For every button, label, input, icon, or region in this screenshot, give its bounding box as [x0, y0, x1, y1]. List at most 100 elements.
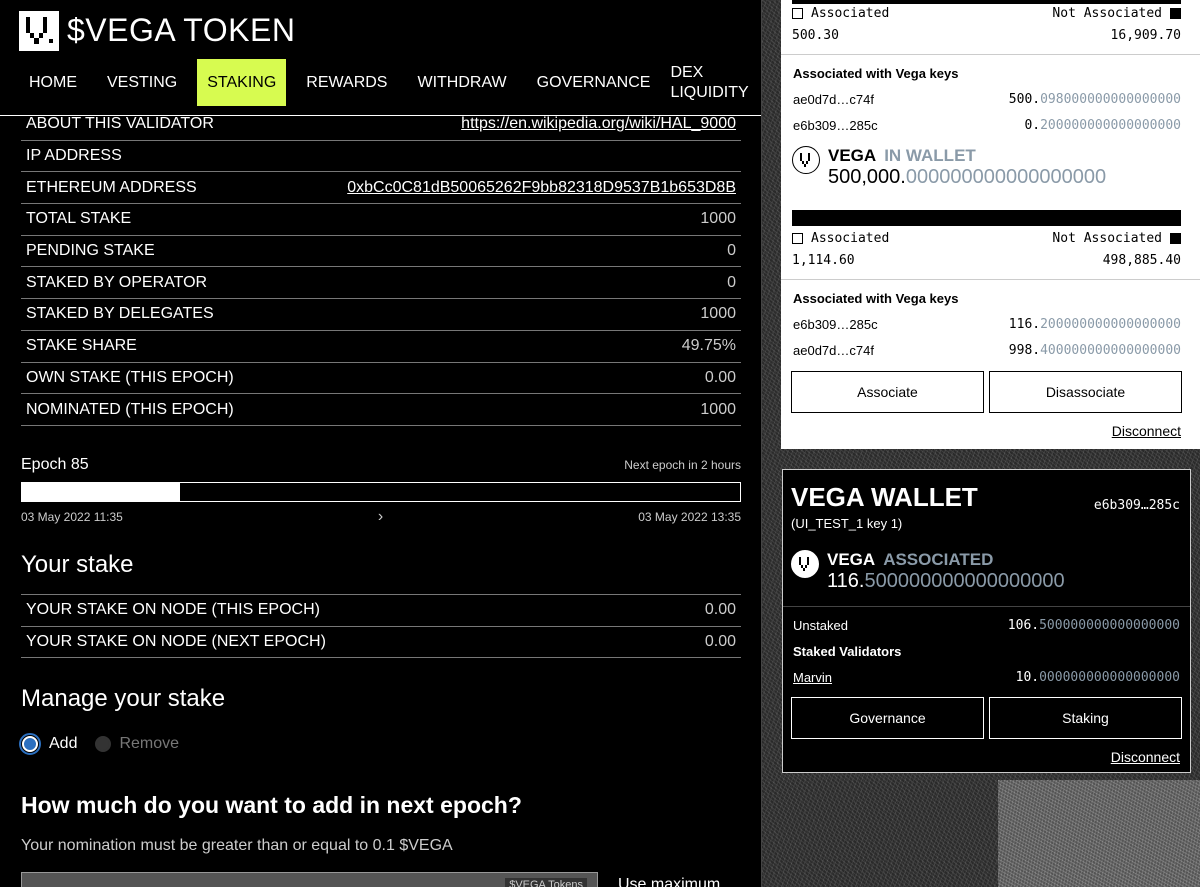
main-content: $VEGA TOKEN HOME VESTING STAKING REWARDS…	[0, 0, 762, 887]
nav-dex-liquidity[interactable]: DEX LIQUIDITY	[670, 59, 750, 106]
nomination-hint: Your nomination must be greater than or …	[21, 837, 453, 854]
row-label: ETHEREUM ADDRESS	[26, 178, 197, 196]
row-label: IP ADDRESS	[26, 147, 122, 165]
staking-button[interactable]: Staking	[989, 697, 1182, 739]
add-radio[interactable]	[19, 733, 41, 755]
remove-radio[interactable]	[95, 736, 112, 752]
validator-info-link[interactable]: https://en.wikipedia.org/wiki/HAL_9000	[461, 115, 736, 132]
row-label: YOUR STAKE ON NODE (NEXT EPOCH)	[26, 633, 326, 651]
table-row: YOUR STAKE ON NODE (NEXT EPOCH) 0.00	[21, 627, 741, 659]
token-tag: ASSOCIATED	[883, 550, 994, 569]
your-stake-table: YOUR STAKE ON NODE (THIS EPOCH) 0.00 YOUR…	[21, 594, 741, 659]
list-item: Marvin 10.000000000000000000	[793, 670, 1180, 685]
row-label: ABOUT THIS VALIDATOR	[26, 115, 214, 133]
not-associated-total: 498,885.40	[1102, 253, 1181, 268]
add-remove-radio-group: Add Remove	[19, 733, 179, 755]
row-value: 0	[727, 273, 736, 291]
disconnect-eth-link[interactable]: Disconnect	[1112, 423, 1181, 439]
table-row: ETHEREUM ADDRESS 0xbCc0C81dB50065262F9bb8…	[21, 172, 741, 205]
nav-vesting[interactable]: VESTING	[97, 59, 187, 106]
vega-token-icon	[791, 550, 819, 578]
amount-dec: 500000000000000000	[864, 570, 1065, 592]
vega-key-name: (UI_TEST_1 key 1)	[791, 516, 903, 531]
associated-total: 1,114.60	[792, 253, 855, 268]
amount-int: 998.	[1008, 343, 1041, 358]
vega-logo-icon[interactable]	[19, 11, 59, 51]
table-row: PENDING STAKE 0	[21, 236, 741, 268]
nav-rewards[interactable]: REWARDS	[296, 59, 397, 106]
nav-governance[interactable]: GOVERNANCE	[527, 59, 661, 106]
token-name: VEGA	[827, 550, 876, 569]
amount-dec: 200000000000000000	[1040, 118, 1181, 133]
epoch-progress-fill	[22, 483, 180, 501]
table-row: NOMINATED (THIS EPOCH) 1000	[21, 394, 741, 426]
association-actions: Associate Disassociate	[791, 371, 1182, 413]
associated-total: 500.30	[792, 28, 839, 43]
amount-dec: 200000000000000000	[1040, 317, 1181, 332]
epoch-title: Epoch 85	[21, 456, 89, 473]
header: $VEGA TOKEN HOME VESTING STAKING REWARDS…	[0, 0, 761, 116]
table-row: STAKED BY OPERATOR 0	[21, 267, 741, 300]
disconnect-vega-link[interactable]: Disconnect	[1111, 749, 1180, 765]
list-item: ae0d7d…c74f 998.400000000000000000	[793, 343, 1181, 358]
row-value: 49.75%	[681, 337, 736, 355]
table-row: OWN STAKE (THIS EPOCH) 0.00	[21, 363, 741, 395]
vega-wallet-actions: Governance Staking	[791, 697, 1182, 739]
manage-stake-heading: Manage your stake	[21, 685, 226, 712]
amount-int: 500.	[1008, 92, 1041, 107]
row-value: 0.00	[704, 368, 736, 386]
nav-home[interactable]: HOME	[19, 59, 87, 106]
amount-int: 116.	[1008, 317, 1041, 332]
row-label: STAKED BY DELEGATES	[26, 305, 214, 323]
token-tag: IN WALLET	[884, 146, 976, 165]
table-row: IP ADDRESS	[21, 141, 741, 173]
amount-int: 106.	[1007, 618, 1040, 633]
legend-associated: Associated	[811, 231, 890, 246]
association-legend: Associated Not Associated	[792, 6, 1181, 21]
vega-token-summary: VEGA IN WALLET 500,000.000000000000000000	[792, 146, 1106, 189]
next-epoch-text: Next epoch in 2 hours	[624, 458, 741, 472]
table-row: STAKED BY DELEGATES 1000	[21, 299, 741, 331]
list-item: e6b309…285c 0.200000000000000000	[793, 118, 1181, 133]
associated-legend-icon	[792, 233, 803, 244]
row-label: STAKED BY OPERATOR	[26, 273, 208, 291]
associated-keys-heading: Associated with Vega keys	[793, 291, 959, 306]
amount-int: 500,000.	[828, 166, 906, 188]
validator-link[interactable]: Marvin	[793, 670, 832, 685]
table-row: ABOUT THIS VALIDATOR https://en.wikipedia…	[21, 109, 741, 141]
nav-withdraw[interactable]: WITHDRAW	[407, 59, 516, 106]
vega-token-icon	[792, 146, 820, 174]
governance-button[interactable]: Governance	[791, 697, 984, 739]
not-associated-legend-icon	[1170, 8, 1181, 19]
row-value: 1000	[700, 305, 736, 323]
table-row: TOTAL STAKE 1000	[21, 204, 741, 236]
vega-key-short[interactable]: e6b309…285c	[1094, 498, 1180, 513]
use-maximum-button[interactable]: Use maximum	[618, 876, 720, 887]
epoch-progress: Epoch 85 Next epoch in 2 hours 03 May 20…	[21, 456, 741, 526]
amount-dec: 098000000000000000	[1040, 92, 1181, 107]
add-amount-question: How much do you want to add in next epoc…	[21, 792, 522, 818]
vega-wallet-panel: VEGA WALLET e6b309…285c (UI_TEST_1 key 1…	[782, 469, 1191, 773]
amount-int: 0.	[1024, 118, 1041, 133]
list-item: e6b309…285c 116.200000000000000000	[793, 317, 1181, 332]
row-value: 0.00	[704, 633, 736, 651]
table-row: STAKE SHARE 49.75%	[21, 331, 741, 363]
nav-staking[interactable]: STAKING	[197, 59, 287, 106]
main-nav: HOME VESTING STAKING REWARDS WITHDRAW GO…	[19, 59, 760, 106]
list-item: ae0d7d…c74f 500.098000000000000000	[793, 92, 1181, 107]
legend-not-associated: Not Associated	[1052, 231, 1162, 246]
ethereum-address-link[interactable]: 0xbCc0C81dB50065262F9bb82318D9537B1b653D…	[347, 179, 736, 196]
not-associated-legend-icon	[1170, 233, 1181, 244]
legend-not-associated: Not Associated	[1052, 6, 1162, 21]
amount-dec: 500000000000000000	[1039, 618, 1180, 633]
stake-amount-input[interactable]: $VEGA Tokens	[21, 872, 598, 887]
row-label: STAKE SHARE	[26, 337, 137, 355]
unstaked-label: Unstaked	[793, 618, 848, 633]
associate-button[interactable]: Associate	[791, 371, 984, 413]
disassociate-button[interactable]: Disassociate	[989, 371, 1182, 413]
associated-keys-heading: Associated with Vega keys	[793, 66, 959, 81]
vega-key: ae0d7d…c74f	[793, 343, 874, 358]
chevron-right-icon: ›	[377, 508, 384, 525]
amount-int: 10.	[1015, 670, 1040, 685]
epoch-progress-bar	[21, 482, 741, 502]
